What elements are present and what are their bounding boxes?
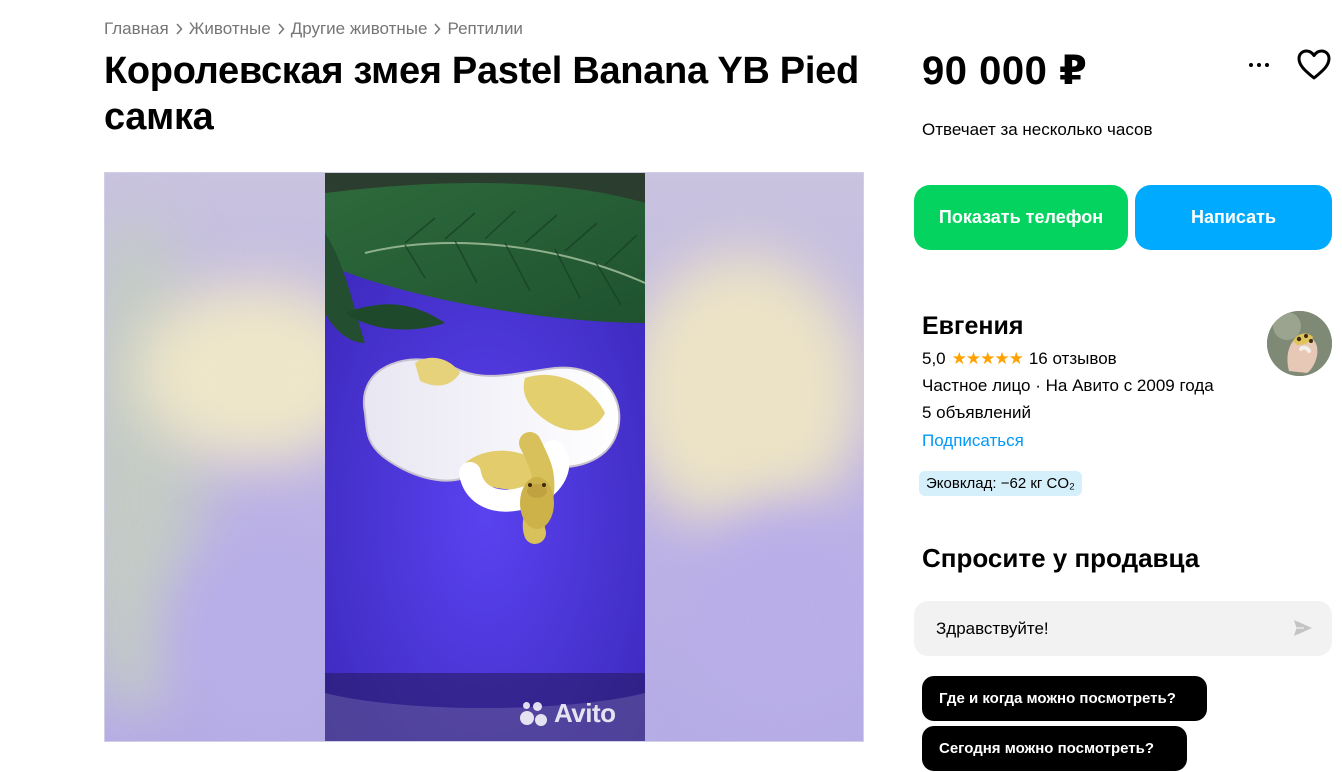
response-time: Отвечает за несколько часов <box>922 120 1153 139</box>
gallery-blur-left <box>105 173 325 741</box>
seller-ads-count[interactable]: 5 объявлений <box>922 403 1031 423</box>
breadcrumb-other-animals[interactable]: Другие животные <box>291 19 428 39</box>
photo-gallery[interactable]: Avito <box>104 172 864 742</box>
message-input[interactable] <box>934 617 1278 640</box>
avito-logo-icon <box>520 701 550 727</box>
more-dots-icon[interactable] <box>1242 52 1276 78</box>
breadcrumb-animals[interactable]: Животные <box>189 19 271 39</box>
rating-stars-icon: ★★★★★ <box>951 349 1024 368</box>
watermark-text: Avito <box>554 698 616 728</box>
chevron-right-icon <box>433 23 441 35</box>
quick-question-where-when[interactable]: Где и когда можно посмотреть? <box>922 676 1207 721</box>
write-message-button[interactable]: Написать <box>1135 185 1332 250</box>
avito-watermark: Avito <box>520 698 616 729</box>
chevron-right-icon <box>277 23 285 35</box>
price: 90 000 ₽ <box>922 49 1088 93</box>
gallery-blur-right <box>643 173 863 741</box>
subscribe-link[interactable]: Подписаться <box>922 431 1024 451</box>
seller-name[interactable]: Евгения <box>922 312 1023 341</box>
avatar[interactable] <box>1267 311 1332 376</box>
snake-photo-illustration <box>325 173 645 741</box>
breadcrumb: Главная Животные Другие животные Рептили… <box>104 19 523 39</box>
show-phone-button[interactable]: Показать телефон <box>914 185 1128 250</box>
breadcrumb-reptiles[interactable]: Рептилии <box>447 19 522 39</box>
seller-rating: 5,0 ★★★★★ 16 отзывов <box>922 349 1117 369</box>
quick-question-today[interactable]: Сегодня можно посмотреть? <box>922 726 1187 771</box>
page-title: Королевская змея Pastel Banana YB Pied с… <box>104 50 859 138</box>
ask-seller-title: Спросите у продавца <box>922 543 1200 573</box>
chevron-right-icon <box>175 23 183 35</box>
send-icon[interactable] <box>1292 617 1314 639</box>
eco-badge[interactable]: Эковклад: −62 кг CO₂ <box>919 471 1082 496</box>
listing-photo[interactable]: Avito <box>325 173 645 741</box>
reviews-link[interactable]: 16 отзывов <box>1029 349 1117 369</box>
seller-type: Частное лицо · На Авито с 2009 года <box>922 376 1214 395</box>
message-box <box>914 601 1332 656</box>
breadcrumb-home[interactable]: Главная <box>104 19 169 39</box>
heart-icon[interactable] <box>1296 48 1332 82</box>
rating-value: 5,0 <box>922 349 946 368</box>
